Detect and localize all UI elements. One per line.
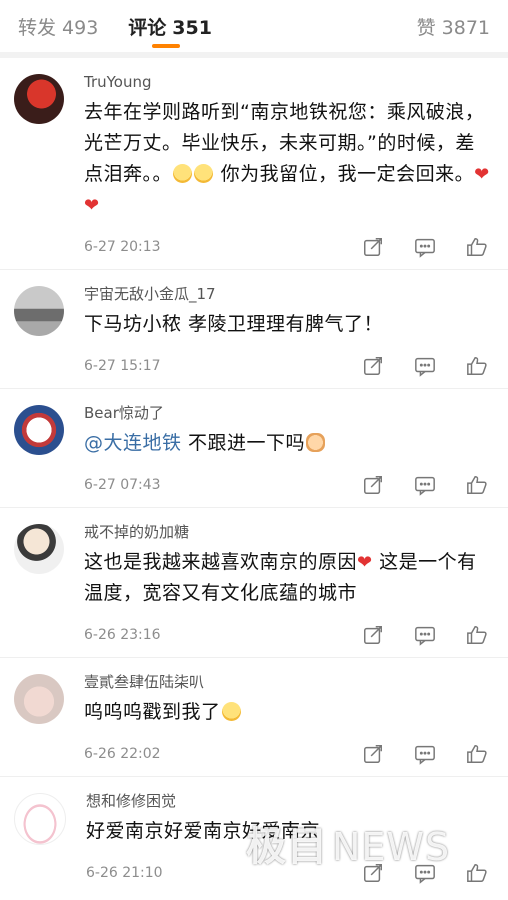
comment-text-part: 呜呜呜戳到我了 — [84, 701, 221, 723]
repost-icon[interactable] — [362, 743, 384, 765]
like-icon[interactable] — [466, 236, 488, 258]
tab-like[interactable]: 赞 3871 — [417, 13, 490, 40]
tab-like-label: 赞 — [416, 16, 436, 39]
comment-icon[interactable] — [414, 355, 436, 377]
avatar[interactable] — [14, 405, 64, 455]
comment-item: 宇宙无敌小金瓜_17 下马坊小秾 孝陵卫理理有脾气了！ 6-27 15:17 — [0, 270, 508, 389]
tab-repost-count: 493 — [62, 16, 99, 39]
comment-text: @大连地铁 不跟进一下吗 — [84, 428, 494, 459]
comment-item: Bear惊动了 @大连地铁 不跟进一下吗 6-27 07:43 — [0, 389, 508, 508]
comment-icon[interactable] — [414, 862, 436, 884]
comment-author[interactable]: 壹貳叁肆伍陆柒叭 — [84, 672, 494, 692]
avatar[interactable] — [14, 286, 64, 336]
tab-comment-count: 351 — [172, 16, 212, 39]
avatar[interactable] — [14, 674, 64, 724]
comment-time: 6-27 07:43 — [84, 477, 161, 493]
comment-time: 6-27 15:17 — [84, 358, 161, 374]
comment-text: 去年在学则路听到“南京地铁祝您：乘风破浪，光芒万丈。毕业快乐，未来可期。”的时候… — [84, 97, 494, 221]
avatar[interactable] — [14, 793, 66, 845]
repost-icon[interactable] — [362, 474, 384, 496]
comment-author[interactable]: 宇宙无敌小金瓜_17 — [84, 284, 494, 304]
crying-emoji-icon — [221, 702, 241, 721]
tab-comment[interactable]: 评论 351 — [128, 13, 212, 40]
comment-item: 戒不掉的奶加糖 这也是我越来越喜欢南京的原因❤ 这是一个有温度，宽容又有文化底蕴… — [0, 508, 508, 658]
comment-author[interactable]: Bear惊动了 — [84, 403, 494, 423]
tab-repost-label: 转发 — [18, 16, 57, 39]
comment-text: 下马坊小秾 孝陵卫理理有脾气了！ — [84, 313, 384, 335]
active-tab-indicator — [152, 44, 180, 48]
comment-author[interactable]: TruYoung — [84, 72, 494, 92]
comment-icon[interactable] — [414, 474, 436, 496]
crying-emoji-icon — [194, 164, 214, 183]
like-icon[interactable] — [466, 743, 488, 765]
comment-icon[interactable] — [414, 743, 436, 765]
repost-icon[interactable] — [362, 862, 384, 884]
like-icon[interactable] — [466, 624, 488, 646]
comment-time: 6-27 20:13 — [84, 239, 161, 255]
comment-list: TruYoung 去年在学则路听到“南京地铁祝您：乘风破浪，光芒万丈。毕业快乐，… — [0, 58, 508, 895]
repost-icon[interactable] — [362, 355, 384, 377]
comment-time: 6-26 23:16 — [84, 627, 161, 643]
mention-link[interactable]: @大连地铁 — [84, 432, 182, 454]
comment-item: 想和修修困觉 好爱南京好爱南京好爱南京 6-26 21:10 — [0, 777, 508, 895]
repost-icon[interactable] — [362, 624, 384, 646]
comment-text: 好爱南京好爱南京好爱南京 — [86, 820, 321, 842]
comment-icon[interactable] — [414, 624, 436, 646]
comment-text-part: 这也是我越来越喜欢南京的原因 — [84, 551, 358, 573]
comment-text-part: 不跟进一下吗 — [181, 432, 306, 454]
comment-icon[interactable] — [414, 236, 436, 258]
comment-item: TruYoung 去年在学则路听到“南京地铁祝您：乘风破浪，光芒万丈。毕业快乐，… — [0, 58, 508, 270]
tab-comment-label: 评论 — [128, 16, 167, 39]
tab-repost[interactable]: 转发 493 — [18, 13, 98, 40]
repost-icon[interactable] — [362, 236, 384, 258]
comment-tabs: 转发 493 评论 351 赞 3871 — [0, 0, 508, 52]
comment-author[interactable]: 想和修修困觉 — [86, 791, 494, 811]
comment-time: 6-26 21:10 — [86, 865, 163, 881]
like-icon[interactable] — [466, 862, 488, 884]
avatar[interactable] — [14, 524, 64, 574]
crying-emoji-icon — [173, 164, 193, 183]
comment-author[interactable]: 戒不掉的奶加糖 — [84, 522, 494, 542]
avatar[interactable] — [14, 74, 64, 124]
comment-text: 呜呜呜戳到我了 — [84, 697, 494, 728]
comment-text: 这也是我越来越喜欢南京的原因❤ 这是一个有温度，宽容又有文化底蕴的城市 — [84, 547, 494, 609]
like-icon[interactable] — [466, 355, 488, 377]
comment-item: 壹貳叁肆伍陆柒叭 呜呜呜戳到我了 6-26 22:02 — [0, 658, 508, 777]
heart-icon: ❤ — [357, 552, 373, 573]
cat-emoji-icon — [306, 433, 326, 452]
tab-like-count: 3871 — [441, 16, 490, 39]
comment-text-part: 你为我留位，我一定会回来。 — [220, 163, 475, 185]
like-icon[interactable] — [466, 474, 488, 496]
comment-time: 6-26 22:02 — [84, 746, 161, 762]
